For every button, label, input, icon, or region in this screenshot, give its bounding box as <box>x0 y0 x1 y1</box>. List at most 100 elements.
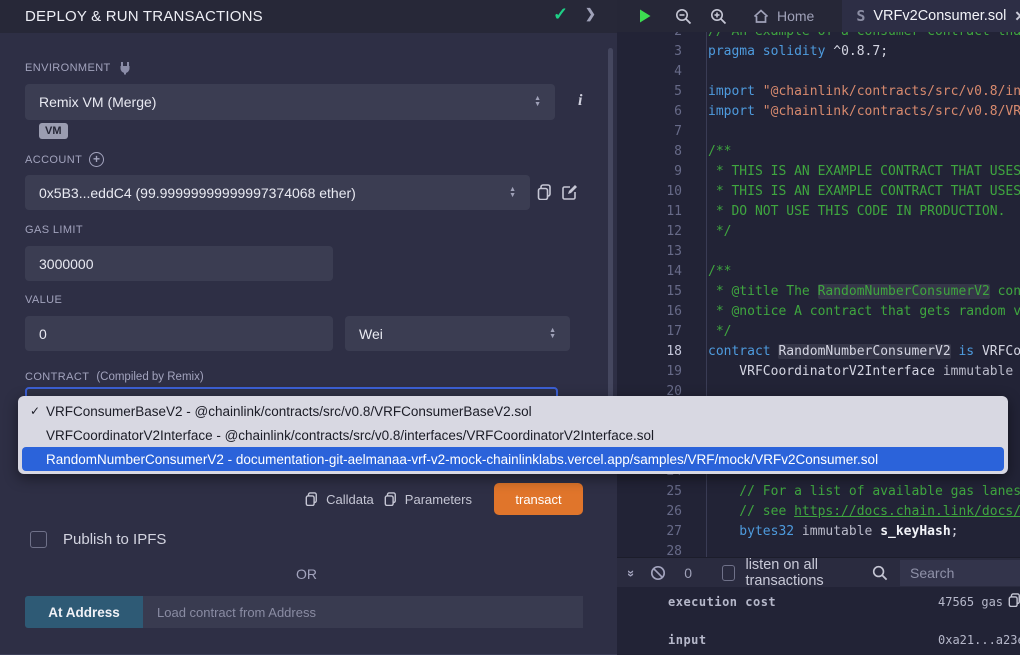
gas-limit-field[interactable] <box>25 246 333 281</box>
search-icon <box>872 565 888 581</box>
code-line: import "@chainlink/contracts/src/v0.8/VR… <box>708 102 1020 122</box>
tab-file-label: VRFv2Consumer.sol <box>873 8 1006 24</box>
code-editor[interactable]: 2345678910111213141516171819202122232425… <box>617 32 1020 557</box>
line-number: 17 <box>617 322 682 342</box>
chevron-right-icon[interactable]: ❯ <box>585 6 596 22</box>
environment-value: Remix VM (Merge) <box>39 94 156 110</box>
copy-account-icon[interactable] <box>537 184 552 200</box>
copy-icon <box>305 492 318 506</box>
parameters-action[interactable]: Parameters <box>384 492 472 507</box>
edit-account-icon[interactable] <box>562 184 578 200</box>
close-tab-icon[interactable]: ✕ <box>1014 8 1020 25</box>
copy-value-icon[interactable] <box>1008 593 1020 607</box>
terminal-output: execution cost47565 gasinput0xa21...a23e… <box>617 587 1020 655</box>
code-line: bytes32 immutable s_keyHash; <box>708 522 958 542</box>
environment-select[interactable]: Remix VM (Merge) ▲▼ <box>25 84 555 120</box>
value-field[interactable] <box>25 316 333 351</box>
line-number: 26 <box>617 502 682 522</box>
publish-ipfs-label: Publish to IPFS <box>63 531 166 548</box>
plug-icon <box>118 61 132 75</box>
add-account-icon[interactable]: + <box>89 152 104 167</box>
line-number: 3 <box>617 42 682 62</box>
code-line: /** <box>708 142 731 162</box>
line-number: 28 <box>617 542 682 557</box>
panel-title: DEPLOY & RUN TRANSACTIONS <box>25 8 263 25</box>
code-line: * DO NOT USE THIS CODE IN PRODUCTION. <box>708 202 1005 222</box>
listen-transactions-label: listen on all transactions <box>745 557 872 589</box>
value-unit-select[interactable]: Wei ▲▼ <box>345 316 570 351</box>
account-value: 0x5B3...eddC4 (99.99999999999997374068 e… <box>39 185 356 201</box>
select-arrows-icon: ▲▼ <box>549 328 556 340</box>
account-label: ACCOUNT + <box>25 152 104 167</box>
contract-sublabel: (Compiled by Remix) <box>96 371 203 383</box>
select-arrows-icon: ▲▼ <box>509 187 516 199</box>
tab-home-label: Home <box>777 8 814 24</box>
solidity-file-icon: S <box>856 7 865 25</box>
line-number: 13 <box>617 242 682 262</box>
contract-label: CONTRACT (Compiled by Remix) <box>25 371 204 383</box>
calldata-action[interactable]: Calldata <box>305 492 374 507</box>
terminal-search-input[interactable] <box>900 560 1020 586</box>
code-line: */ <box>708 322 731 342</box>
or-label: OR <box>0 566 613 582</box>
line-number: 9 <box>617 162 682 182</box>
deploy-run-panel: DEPLOY & RUN TRANSACTIONS ✓ ❯ ENVIRONMEN… <box>0 0 617 655</box>
home-icon <box>753 9 769 24</box>
contract-option[interactable]: RandomNumberConsumerV2 - documentation-g… <box>22 447 1004 471</box>
code-line: * THIS IS AN EXAMPLE CONTRACT THAT USES … <box>708 162 1020 182</box>
panel-scrollbar[interactable] <box>608 48 613 438</box>
expand-terminal-icon[interactable]: » <box>624 570 639 575</box>
account-select[interactable]: 0x5B3...eddC4 (99.99999999999997374068 e… <box>25 175 530 210</box>
code-line: * @notice A contract that gets random va… <box>708 302 1020 322</box>
line-number: 6 <box>617 102 682 122</box>
vm-badge: VM <box>39 123 68 139</box>
contract-dropdown-popup: ✓VRFConsumerBaseV2 - @chainlink/contract… <box>18 396 1008 474</box>
contract-option[interactable]: ✓VRFConsumerBaseV2 - @chainlink/contract… <box>22 399 1004 423</box>
terminal-row-value: 47565 gas <box>938 595 1003 609</box>
code-line: contract RandomNumberConsumerV2 is VRFCo… <box>708 342 1020 362</box>
value-input[interactable] <box>39 326 319 342</box>
calldata-label: Calldata <box>326 492 374 507</box>
gas-limit-input[interactable] <box>39 256 319 272</box>
code-line: pragma solidity ^0.8.7; <box>708 42 888 62</box>
line-number: 11 <box>617 202 682 222</box>
code-line: // An example of a consumer contract tha… <box>708 32 1020 42</box>
line-number: 2 <box>617 32 682 42</box>
line-number: 10 <box>617 182 682 202</box>
line-number: 7 <box>617 122 682 142</box>
clear-console-icon[interactable] <box>650 558 666 587</box>
info-icon[interactable]: i <box>578 92 582 110</box>
line-number: 25 <box>617 482 682 502</box>
value-label: VALUE <box>25 294 62 306</box>
line-number: 5 <box>617 82 682 102</box>
select-arrows-icon: ▲▼ <box>534 96 541 108</box>
value-unit: Wei <box>359 326 383 342</box>
code-line: /** <box>708 262 731 282</box>
run-script-icon[interactable] <box>637 0 653 32</box>
zoom-out-icon[interactable] <box>675 0 692 32</box>
at-address-input[interactable] <box>143 596 583 628</box>
terminal-row-key: input <box>668 633 707 647</box>
code-line: * @title The RandomNumberConsumerV2 cont… <box>708 282 1020 302</box>
line-number: 16 <box>617 302 682 322</box>
transact-button[interactable]: transact <box>494 483 583 515</box>
line-number: 15 <box>617 282 682 302</box>
code-line: // For a list of available gas lanes on … <box>708 482 1020 502</box>
panel-header: DEPLOY & RUN TRANSACTIONS ✓ ❯ <box>0 0 617 33</box>
tab-vrfv2consumer[interactable]: S VRFv2Consumer.sol ✕ <box>842 0 1020 32</box>
gas-limit-label: GAS LIMIT <box>25 224 83 236</box>
contract-option[interactable]: VRFCoordinatorV2Interface - @chainlink/c… <box>22 423 1004 447</box>
terminal-toolbar: » 0 listen on all transactions <box>617 557 1020 587</box>
line-number: 4 <box>617 62 682 82</box>
at-address-button[interactable]: At Address <box>25 596 143 628</box>
remix-ide-window: DEPLOY & RUN TRANSACTIONS ✓ ❯ ENVIRONMEN… <box>0 0 1020 655</box>
code-line: import "@chainlink/contracts/src/v0.8/in… <box>708 82 1020 102</box>
zoom-in-icon[interactable] <box>710 0 727 32</box>
tab-home[interactable]: Home <box>739 0 828 32</box>
publish-ipfs-checkbox[interactable] <box>30 531 47 548</box>
code-line: */ <box>708 222 731 242</box>
listen-transactions-checkbox[interactable] <box>722 565 735 581</box>
code-line: // see https://docs.chain.link/docs/vrf-… <box>708 502 1020 522</box>
editor-toolbar: Home S VRFv2Consumer.sol ✕ <box>617 0 1020 32</box>
line-number: 14 <box>617 262 682 282</box>
